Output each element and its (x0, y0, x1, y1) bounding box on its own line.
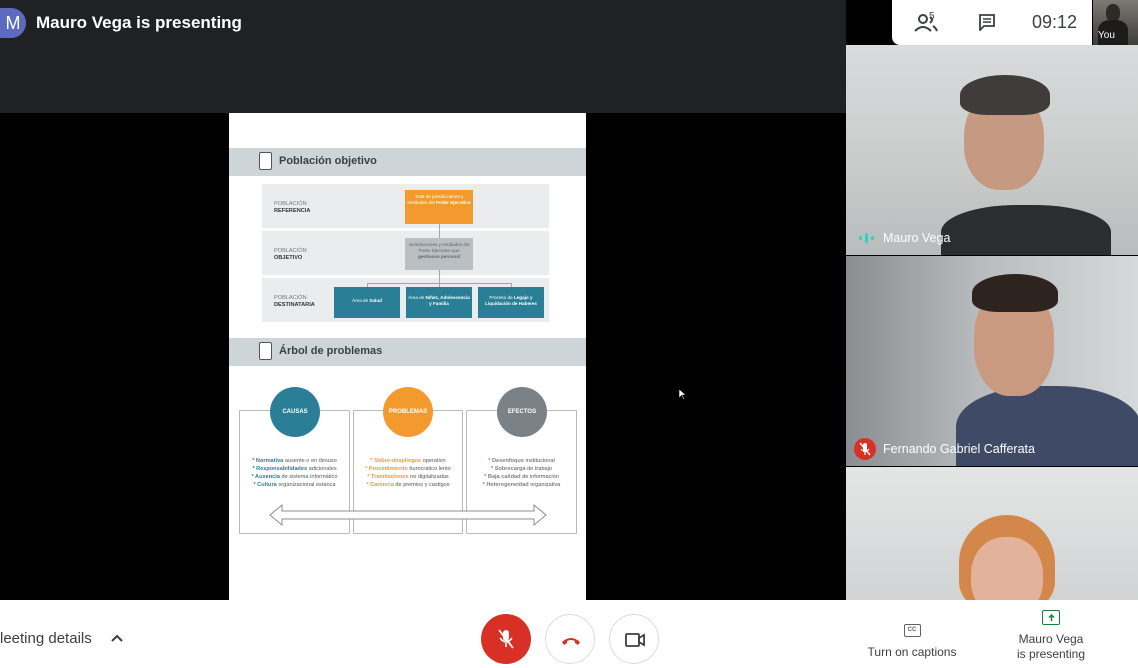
column-items: * Normativa ausente o en desuso * Respon… (251, 458, 338, 488)
video-hair (972, 274, 1058, 312)
box-referencia: Total de jurisdicciones y entidades del … (405, 190, 473, 224)
mouse-cursor-icon (679, 389, 687, 400)
participant-name: Mauro Vega (883, 231, 951, 245)
box-salud: Área de Salud (334, 287, 400, 318)
end-call-button[interactable] (545, 614, 595, 664)
presenting-title: Mauro Vega is presenting (36, 13, 242, 32)
camera-toggle-button[interactable] (609, 614, 659, 664)
row-label: POBLACIÓN OBJETIVO (274, 248, 307, 261)
closed-captions-icon: CC (903, 624, 921, 637)
row-label: POBLACIÓN DESTINATARIA (274, 295, 315, 308)
circle-causas: CAUSAS (270, 387, 320, 437)
muted-indicator (854, 438, 876, 460)
column-items: * Desenfoque institucional * Sobrecarga … (482, 458, 561, 488)
circle-problemas: PROBLEMAS (383, 387, 433, 437)
top-bar: M Mauro Vega is presenting (0, 0, 846, 113)
meeting-details-button[interactable]: leeting details (0, 630, 92, 647)
box-legajo: Proceso de Legajo y Liquidación de Haber… (478, 287, 544, 318)
self-label: You (1098, 30, 1115, 41)
connector (439, 224, 440, 238)
presentation-stage: M Mauro Vega is presenting 5 09:12 You P… (0, 0, 1138, 600)
mic-off-icon (498, 629, 514, 649)
chevron-up-icon[interactable] (110, 631, 124, 645)
connector (439, 270, 440, 283)
top-controls: 5 09:12 (892, 0, 1092, 45)
video-hair (960, 75, 1050, 115)
participant-tile-fernando[interactable]: Fernando Gabriel Cafferata (846, 256, 1138, 466)
participant-count: 5 (929, 11, 935, 22)
box-ninez: Área de Niñez, Adolescencia y Familia (406, 287, 472, 318)
captions-label: Turn on captions (867, 645, 957, 659)
bottom-bar: leeting details CC Turn on captions Maur… (0, 600, 1138, 668)
speaking-indicator-icon (859, 233, 874, 243)
participant-tile-mauro[interactable]: Mauro Vega (846, 45, 1138, 255)
video-camera-icon (625, 633, 645, 647)
presenter-avatar: M (0, 8, 26, 38)
column-items: * Sobre-despliegue operativo * Procedimi… (365, 458, 451, 488)
shared-slide: Población objetivo POBLACIÓN REFERENCIA P… (229, 113, 586, 600)
box-objetivo: Jurisdicciones y entidades del Poder Eje… (405, 238, 473, 270)
participant-name: Fernando Gabriel Cafferata (883, 442, 1035, 456)
presenting-status-button[interactable]: Mauro Vega is presenting (1004, 610, 1098, 668)
section-header-arbol: Árbol de problemas (229, 338, 586, 366)
captions-button[interactable]: CC Turn on captions (860, 618, 964, 664)
circle-efectos: EFECTOS (497, 387, 547, 437)
document-icon (259, 152, 272, 170)
section-header-poblacion: Población objetivo (229, 148, 586, 176)
mic-off-icon (859, 442, 871, 456)
present-screen-icon (1042, 610, 1060, 625)
presenting-label: Mauro Vega is presenting (1016, 632, 1086, 661)
row-label: POBLACIÓN REFERENCIA (274, 201, 311, 214)
participant-tile-3[interactable] (846, 467, 1138, 600)
clock: 09:12 (1032, 12, 1078, 32)
document-icon (259, 342, 272, 360)
chat-icon[interactable] (978, 13, 996, 31)
section-title: Árbol de problemas (279, 345, 383, 357)
people-icon[interactable] (912, 12, 942, 34)
video-body (941, 205, 1111, 255)
section-title: Población objetivo (279, 155, 377, 167)
mic-toggle-button[interactable] (481, 614, 531, 664)
self-view-tile[interactable]: You (1093, 0, 1138, 45)
video-head (971, 537, 1043, 600)
hang-up-icon (562, 638, 580, 645)
double-arrow-icon (269, 504, 547, 526)
